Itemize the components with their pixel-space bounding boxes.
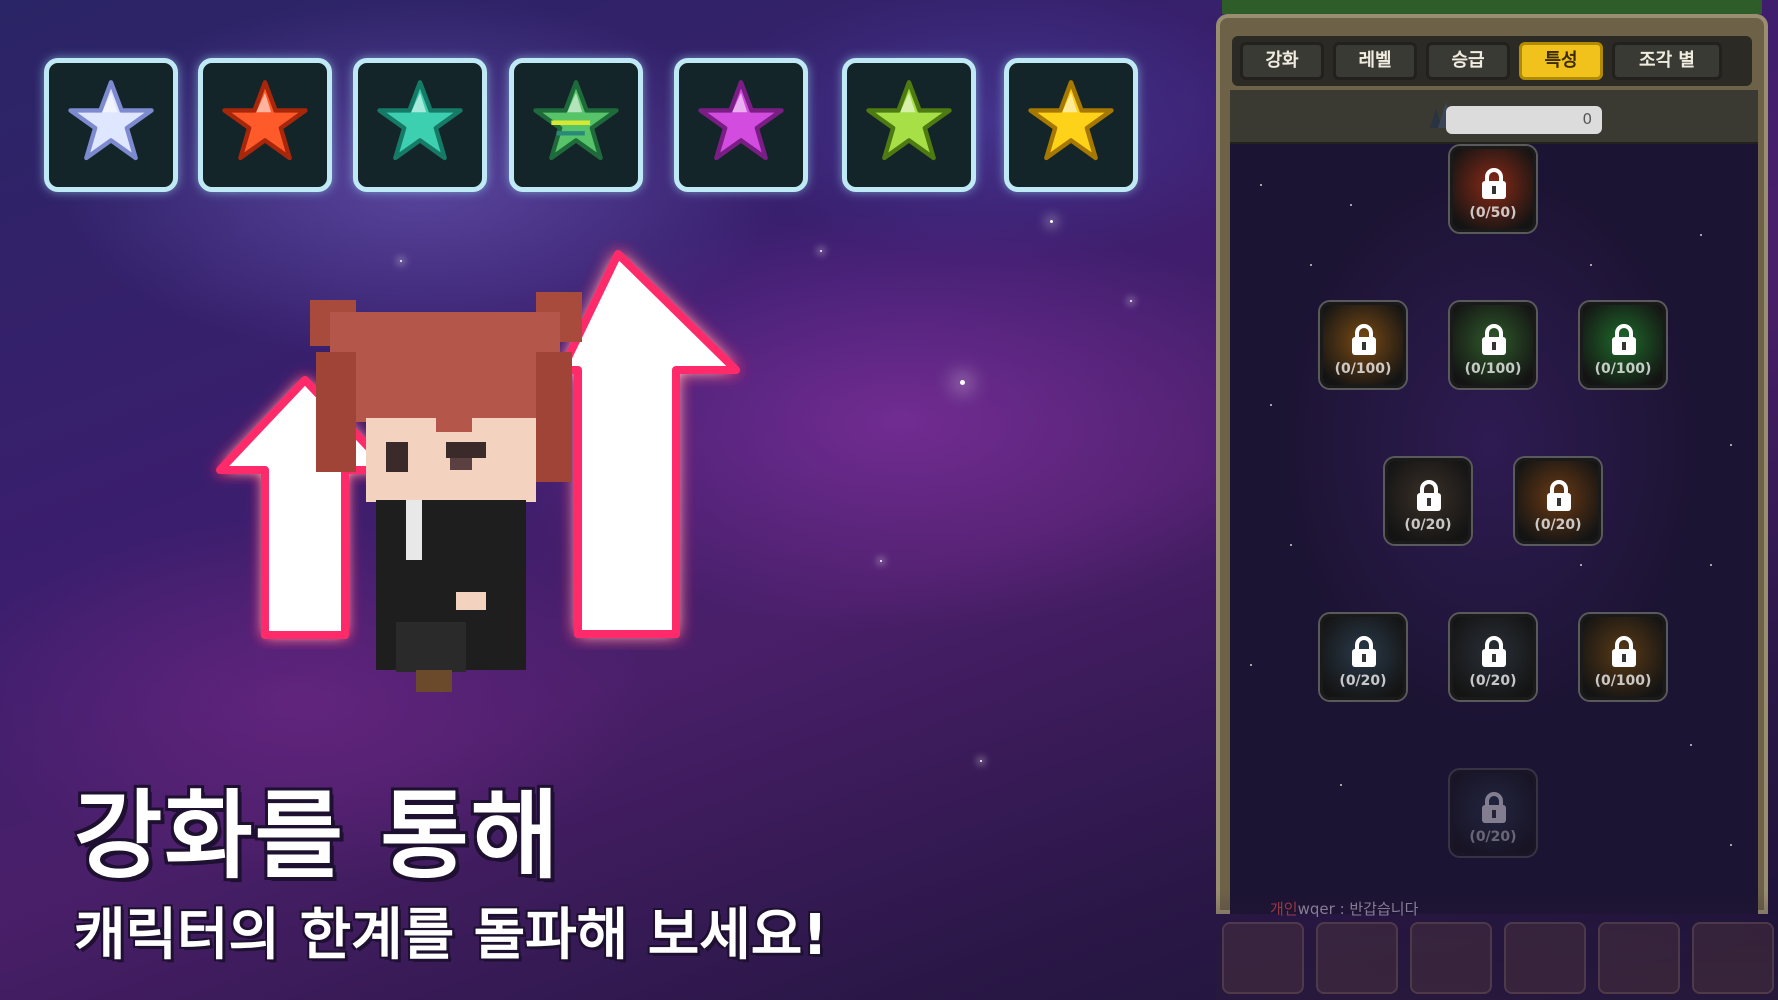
twinkle-star <box>400 260 402 262</box>
trait-node-count: (0/20) <box>1404 517 1452 533</box>
lock-icon <box>1352 636 1376 667</box>
lock-icon <box>1482 636 1506 667</box>
twinkle-star <box>820 250 822 252</box>
lock-icon <box>1352 324 1376 355</box>
star-tile-red[interactable] <box>198 58 332 192</box>
trait-node-count: (0/20) <box>1469 829 1517 845</box>
resource-gauge: 0 <box>1446 106 1602 134</box>
trait-node[interactable]: (0/20) <box>1515 458 1601 544</box>
lock-icon <box>1547 480 1571 511</box>
quick-slot[interactable] <box>1410 922 1492 994</box>
trait-node[interactable]: (0/100) <box>1580 614 1666 700</box>
trait-node-count: (0/100) <box>1594 361 1652 377</box>
tree-star-dot <box>1590 264 1592 266</box>
promo-headline: 강화를 통해 <box>74 780 562 892</box>
star-tile-purple[interactable] <box>674 58 808 192</box>
quick-slot[interactable] <box>1316 922 1398 994</box>
tab-특성[interactable]: 특성 <box>1519 42 1603 80</box>
trait-node-count: (0/100) <box>1464 361 1522 377</box>
quick-slot[interactable] <box>1692 922 1774 994</box>
chat-message: 개인wqer : 반갑습니다 <box>1270 898 1418 919</box>
tree-star-dot <box>1710 564 1712 566</box>
tab-승급[interactable]: 승급 <box>1426 42 1510 80</box>
trait-node-count: (0/100) <box>1334 361 1392 377</box>
twinkle-star <box>980 760 982 762</box>
trait-node[interactable]: (0/20) <box>1385 458 1471 544</box>
quick-slot[interactable] <box>1504 922 1586 994</box>
trait-node[interactable]: (0/20) <box>1450 614 1536 700</box>
promo-subline: 캐릭터의 한계를 돌파해 보세요! <box>74 903 828 968</box>
star-tile-white[interactable] <box>44 58 178 192</box>
lock-icon <box>1482 792 1506 823</box>
chat-channel: 개인 <box>1270 900 1298 918</box>
trait-node-count: (0/50) <box>1469 205 1517 221</box>
star-icon <box>377 80 463 161</box>
character-sprite <box>310 292 582 692</box>
lock-icon <box>1612 324 1636 355</box>
tree-star-dot <box>1290 544 1292 546</box>
lock-icon <box>1482 168 1506 199</box>
star-icon <box>533 80 619 161</box>
trait-tree: (0/50) (0/100) (0/100) (0/100) (0/20) (0/20) (… <box>1230 144 1758 914</box>
chat-text: wqer : 반갑습니다 <box>1297 900 1419 918</box>
star-tile-lime[interactable] <box>842 58 976 192</box>
star-tile-green-stripe[interactable] <box>509 58 643 192</box>
trait-node-count: (0/20) <box>1534 517 1582 533</box>
tree-star-dot <box>1260 184 1262 186</box>
trait-node[interactable]: (0/50) <box>1450 146 1536 232</box>
resource-bar: 0 <box>1230 90 1758 144</box>
tree-star-dot <box>1250 664 1252 666</box>
star-icon <box>866 80 952 161</box>
tree-star-dot <box>1270 404 1272 406</box>
tab-레벨[interactable]: 레벨 <box>1333 42 1417 80</box>
twinkle-star <box>960 380 965 385</box>
panel-tab-bar: 강화 레벨 승급 특성 조각 별 <box>1232 36 1752 86</box>
twinkle-star <box>1130 300 1132 302</box>
quick-slot[interactable] <box>1598 922 1680 994</box>
tab-조각 별[interactable]: 조각 별 <box>1612 42 1722 80</box>
tree-star-dot <box>1700 234 1702 236</box>
quick-slot[interactable] <box>1222 922 1304 994</box>
tree-star-dot <box>1580 564 1582 566</box>
trait-node-count: (0/20) <box>1469 673 1517 689</box>
panel-top-decoration <box>1222 0 1762 14</box>
tree-star-dot <box>1340 784 1342 786</box>
resource-value: 0 <box>1582 110 1592 128</box>
twinkle-star <box>1050 220 1053 223</box>
tree-star-dot <box>1730 444 1732 446</box>
star-grade-row <box>44 58 1144 192</box>
trait-node[interactable]: (0/20) <box>1320 614 1406 700</box>
star-tile-teal[interactable] <box>353 58 487 192</box>
tree-star-dot <box>1730 844 1732 846</box>
trait-node[interactable]: (0/100) <box>1320 302 1406 388</box>
trait-node[interactable]: (0/20) <box>1450 770 1536 856</box>
trait-node-count: (0/100) <box>1594 673 1652 689</box>
lock-icon <box>1612 636 1636 667</box>
tab-강화[interactable]: 강화 <box>1240 42 1324 80</box>
star-icon <box>222 80 308 161</box>
trait-node-count: (0/20) <box>1339 673 1387 689</box>
star-icon <box>1028 80 1114 161</box>
lock-icon <box>1482 324 1506 355</box>
chat-strip: 개인wqer : 반갑습니다 <box>1216 890 1778 1000</box>
star-icon <box>68 80 154 161</box>
trait-node[interactable]: (0/100) <box>1580 302 1666 388</box>
star-icon <box>698 80 784 161</box>
tree-star-dot <box>1310 264 1312 266</box>
lock-icon <box>1417 480 1441 511</box>
tree-star-dot <box>1350 204 1352 206</box>
twinkle-star <box>880 560 882 562</box>
trait-node[interactable]: (0/100) <box>1450 302 1536 388</box>
star-tile-gold[interactable] <box>1004 58 1138 192</box>
tree-star-dot <box>1690 744 1692 746</box>
trait-panel: 강화 레벨 승급 특성 조각 별 0 (0/50) (0/100) (0/100) (0/10… <box>1216 14 1768 914</box>
